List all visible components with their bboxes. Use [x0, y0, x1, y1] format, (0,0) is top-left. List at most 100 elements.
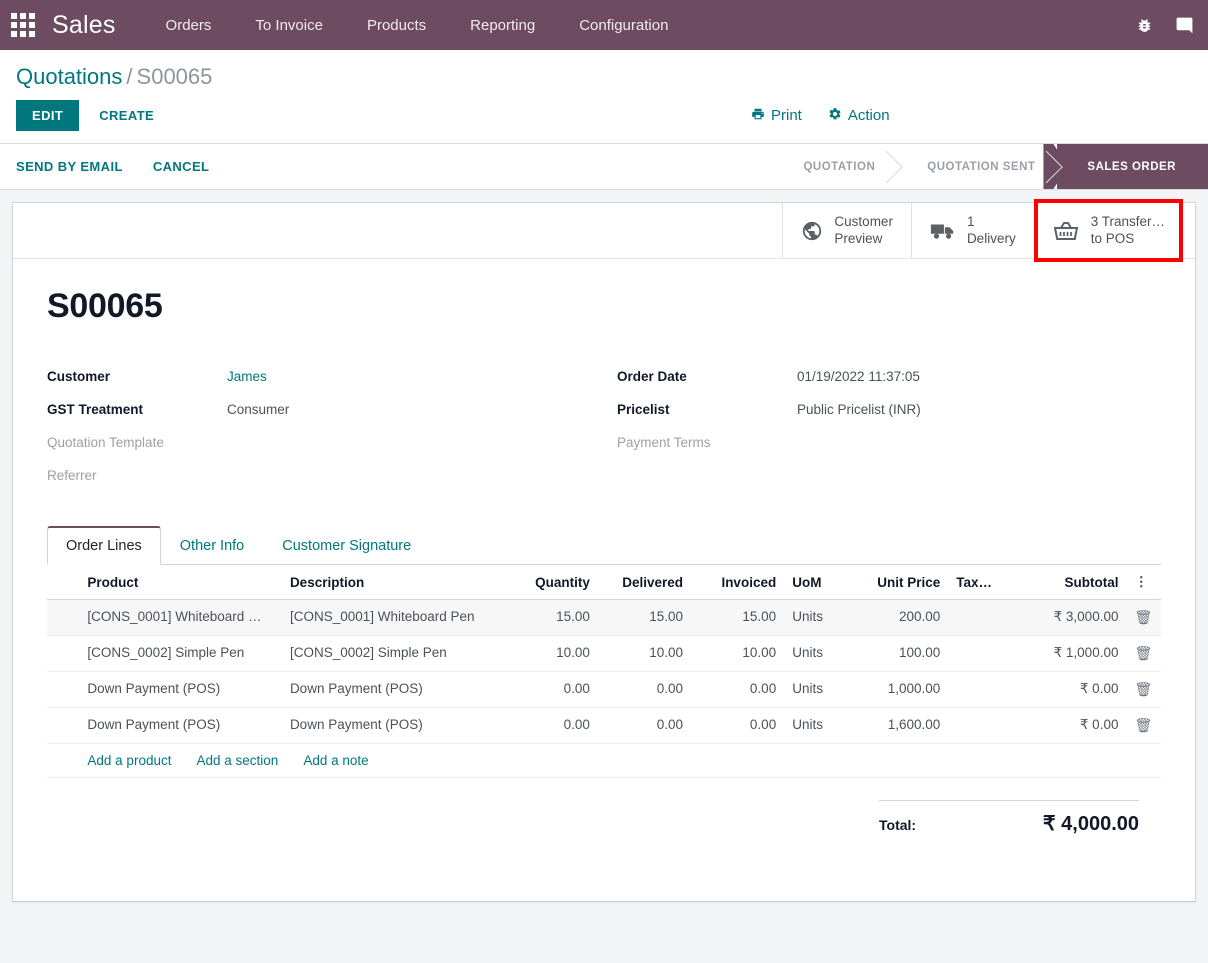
- chat-icon[interactable]: [1175, 16, 1194, 35]
- value-pricelist[interactable]: Public Pricelist (INR): [797, 393, 1161, 426]
- value-quotation-template[interactable]: [227, 426, 617, 459]
- cell-subtotal: ₹ 3,000.00: [1015, 599, 1127, 636]
- app-brand-sales[interactable]: Sales: [52, 11, 116, 40]
- breadcrumb-separator: /: [126, 64, 133, 89]
- cell-quantity[interactable]: 10.00: [504, 635, 598, 672]
- stage-sales-order[interactable]: SALES ORDER: [1057, 144, 1208, 189]
- edit-button[interactable]: EDIT: [16, 100, 80, 131]
- cell-product[interactable]: [CONS_0002] Simple Pen: [79, 635, 282, 672]
- cell-invoiced[interactable]: 0.00: [691, 671, 785, 708]
- delivery-label: Delivery: [966, 230, 1016, 246]
- delete-row-button[interactable]: 🗑: [1126, 671, 1161, 708]
- cell-invoiced[interactable]: 10.00: [691, 635, 785, 672]
- cell-unit-price[interactable]: 1,600.00: [846, 707, 949, 744]
- delete-row-button[interactable]: 🗑: [1126, 635, 1161, 672]
- print-button[interactable]: Print: [751, 107, 802, 125]
- cell-tax[interactable]: [948, 635, 1016, 672]
- send-by-email-button[interactable]: SEND BY EMAIL: [16, 151, 137, 182]
- table-options-icon[interactable]: ⋮: [1126, 565, 1161, 600]
- cell-delivered[interactable]: 0.00: [597, 707, 692, 744]
- breadcrumb-quotations[interactable]: Quotations: [16, 64, 122, 89]
- th-unit-price[interactable]: Unit Price: [846, 565, 949, 600]
- create-button[interactable]: CREATE: [85, 100, 168, 131]
- tab-customer-signature[interactable]: Customer Signature: [263, 527, 430, 565]
- trash-icon[interactable]: 🗑: [1134, 681, 1152, 698]
- table-row[interactable]: [CONS_0002] Simple Pen [CONS_0002] Simpl…: [47, 635, 1161, 672]
- add-a-product-link[interactable]: Add a product: [87, 753, 171, 768]
- control-panel: Quotations/S00065 EDIT CREATE Print Ac: [0, 50, 1208, 144]
- cell-uom[interactable]: Units: [784, 671, 847, 708]
- row-handle[interactable]: [47, 707, 80, 744]
- value-referrer[interactable]: [227, 459, 617, 492]
- smart-button-customer-preview[interactable]: Customer Preview: [782, 203, 911, 258]
- row-handle[interactable]: [47, 635, 80, 672]
- th-subtotal[interactable]: Subtotal: [1015, 565, 1127, 600]
- menu-item-reporting[interactable]: Reporting: [448, 9, 557, 42]
- action-button[interactable]: Action: [828, 107, 890, 125]
- total-row: Total: ₹ 4,000.00: [879, 800, 1139, 836]
- smart-button-transfer-to-pos[interactable]: 3 Transfer… to POS: [1033, 199, 1183, 262]
- cell-invoiced[interactable]: 15.00: [691, 599, 785, 636]
- cell-delivered[interactable]: 15.00: [597, 599, 692, 636]
- cell-description[interactable]: Down Payment (POS): [281, 707, 505, 744]
- cell-delivered[interactable]: 10.00: [597, 635, 692, 672]
- cell-uom[interactable]: Units: [784, 707, 847, 744]
- th-product[interactable]: Product: [79, 565, 282, 600]
- add-a-section-link[interactable]: Add a section: [196, 753, 278, 768]
- value-payment-terms[interactable]: [797, 426, 1161, 459]
- table-row[interactable]: Down Payment (POS) Down Payment (POS) 0.…: [47, 671, 1161, 708]
- cell-tax[interactable]: [948, 671, 1016, 708]
- cell-quantity[interactable]: 0.00: [504, 707, 598, 744]
- th-uom[interactable]: UoM: [784, 565, 847, 600]
- value-customer[interactable]: James: [227, 360, 617, 393]
- delete-row-button[interactable]: 🗑: [1126, 599, 1161, 636]
- tab-order-lines[interactable]: Order Lines: [47, 526, 161, 565]
- tab-other-info[interactable]: Other Info: [161, 527, 263, 565]
- menu-item-to-invoice[interactable]: To Invoice: [233, 9, 345, 42]
- cell-quantity[interactable]: 15.00: [504, 599, 598, 636]
- value-order-date[interactable]: 01/19/2022 11:37:05: [797, 360, 1161, 393]
- cell-unit-price[interactable]: 100.00: [846, 635, 949, 672]
- th-quantity[interactable]: Quantity: [504, 565, 598, 600]
- cell-uom[interactable]: Units: [784, 635, 847, 672]
- apps-grid-icon[interactable]: [8, 10, 38, 40]
- value-gst-treatment[interactable]: Consumer: [227, 393, 617, 426]
- trash-icon[interactable]: 🗑: [1134, 717, 1152, 734]
- th-invoiced[interactable]: Invoiced: [691, 565, 785, 600]
- cancel-button[interactable]: CANCEL: [137, 151, 224, 182]
- table-row[interactable]: Down Payment (POS) Down Payment (POS) 0.…: [47, 707, 1161, 744]
- cell-description[interactable]: [CONS_0002] Simple Pen: [281, 635, 505, 672]
- cell-unit-price[interactable]: 200.00: [846, 599, 949, 636]
- basket-icon: [1052, 219, 1080, 243]
- cell-uom[interactable]: Units: [784, 599, 847, 636]
- table-row[interactable]: [CONS_0001] Whiteboard … [CONS_0001] Whi…: [47, 599, 1161, 636]
- cell-subtotal: ₹ 0.00: [1015, 671, 1127, 708]
- th-tax[interactable]: Tax…: [948, 565, 1016, 600]
- cell-quantity[interactable]: 0.00: [504, 671, 598, 708]
- cell-product[interactable]: Down Payment (POS): [79, 707, 282, 744]
- cell-product[interactable]: [CONS_0001] Whiteboard …: [79, 599, 282, 636]
- menu-item-orders[interactable]: Orders: [144, 9, 234, 42]
- add-a-note-link[interactable]: Add a note: [303, 753, 368, 768]
- menu-item-configuration[interactable]: Configuration: [557, 9, 690, 42]
- cell-description[interactable]: Down Payment (POS): [281, 671, 505, 708]
- stage-quotation-sent[interactable]: QUOTATION SENT: [897, 144, 1058, 189]
- smart-button-delivery[interactable]: 1 Delivery: [910, 203, 1034, 258]
- stage-quotation[interactable]: QUOTATION: [773, 144, 898, 189]
- cell-tax[interactable]: [948, 599, 1016, 636]
- bug-icon[interactable]: [1136, 17, 1153, 34]
- trash-icon[interactable]: 🗑: [1134, 609, 1152, 626]
- cell-delivered[interactable]: 0.00: [597, 671, 692, 708]
- cell-description[interactable]: [CONS_0001] Whiteboard Pen: [281, 599, 505, 636]
- cell-tax[interactable]: [948, 707, 1016, 744]
- menu-item-products[interactable]: Products: [345, 9, 448, 42]
- th-delivered[interactable]: Delivered: [597, 565, 692, 600]
- row-handle[interactable]: [47, 599, 80, 636]
- cell-invoiced[interactable]: 0.00: [691, 707, 785, 744]
- cell-unit-price[interactable]: 1,000.00: [846, 671, 949, 708]
- row-handle[interactable]: [47, 671, 80, 708]
- delete-row-button[interactable]: 🗑: [1126, 707, 1161, 744]
- cell-product[interactable]: Down Payment (POS): [79, 671, 282, 708]
- th-description[interactable]: Description: [281, 565, 505, 600]
- trash-icon[interactable]: 🗑: [1134, 645, 1152, 662]
